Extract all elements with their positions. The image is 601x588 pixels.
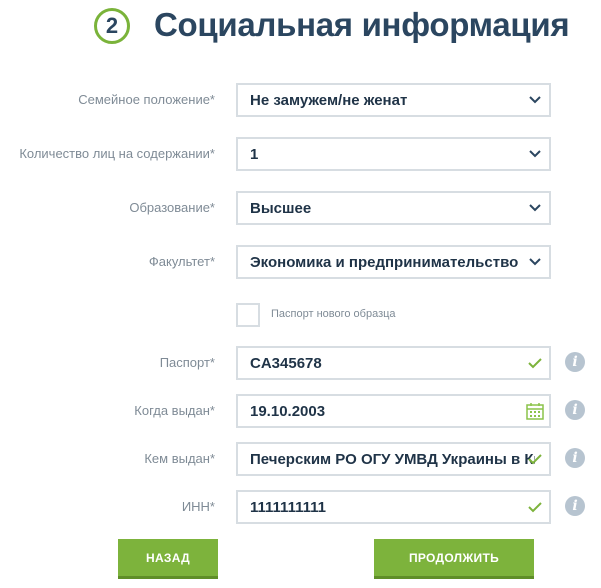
passport-label: Паспорт* [159, 355, 215, 370]
check-icon [528, 454, 542, 465]
faculty-value: Экономика и предпринимательство [250, 254, 519, 271]
issued-date-value: 19.10.2003 [250, 403, 326, 420]
continue-button[interactable]: ПРОДОЛЖИТЬ [374, 539, 534, 579]
marital-status-value: Не замужем/не женат [250, 92, 408, 109]
inn-label: ИНН* [181, 499, 215, 514]
chevron-down-icon [529, 96, 541, 104]
issued-by-info-icon[interactable]: i [565, 448, 585, 468]
marital-status-label: Семейное положение* [78, 92, 215, 107]
chevron-down-icon [529, 258, 541, 266]
new-passport-label[interactable]: Паспорт нового образца [271, 308, 396, 320]
issued-date-input[interactable]: 19.10.2003 [236, 394, 551, 428]
issued-date-label: Когда выдан* [134, 403, 215, 418]
education-select[interactable]: Высшее [236, 191, 551, 225]
inn-input[interactable]: 1111111111 [236, 490, 551, 524]
passport-input[interactable]: CA345678 [236, 346, 551, 380]
passport-info-icon[interactable]: i [565, 352, 585, 372]
check-icon [528, 358, 542, 369]
chevron-down-icon [529, 204, 541, 212]
education-value: Высшее [250, 200, 312, 217]
marital-status-select[interactable]: Не замужем/не женат [236, 83, 551, 117]
page-title: Социальная информация [154, 6, 570, 43]
issued-by-value: Печерским РО ОГУ УМВД Украины в Киеве [250, 451, 535, 468]
faculty-label: Факультет* [148, 254, 215, 269]
chevron-down-icon [529, 150, 541, 158]
check-icon [528, 502, 542, 513]
passport-value: CA345678 [250, 355, 322, 372]
dependents-label: Количество лиц на содержании* [19, 146, 215, 161]
inn-value: 1111111111 [250, 499, 326, 516]
education-label: Образование* [129, 200, 215, 215]
issued-date-info-icon[interactable]: i [565, 400, 585, 420]
issued-by-input[interactable]: Печерским РО ОГУ УМВД Украины в Киеве [236, 442, 551, 476]
dependents-value: 1 [250, 146, 259, 163]
dependents-select[interactable]: 1 [236, 137, 551, 171]
faculty-select[interactable]: Экономика и предпринимательство [236, 245, 551, 279]
inn-info-icon[interactable]: i [565, 496, 585, 516]
back-button[interactable]: НАЗАД [118, 539, 218, 579]
calendar-icon[interactable] [526, 402, 544, 420]
new-passport-checkbox[interactable] [236, 303, 260, 327]
step-number-badge: 2 [94, 8, 130, 44]
issued-by-label: Кем выдан* [144, 451, 215, 466]
